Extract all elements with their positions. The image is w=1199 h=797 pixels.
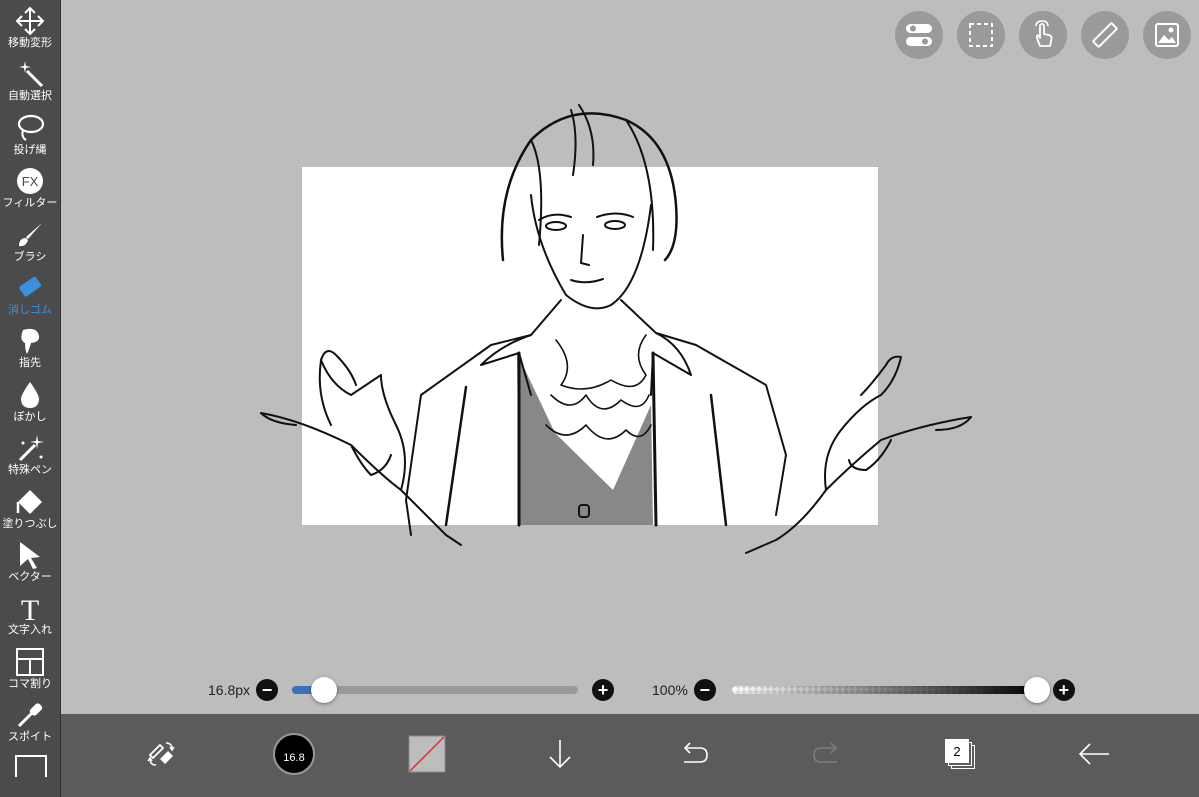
selection-rect-icon [969,23,993,47]
sidebar-tool-label: 塗りつぶし [2,517,58,530]
back-arrow-icon [1078,743,1109,765]
finger-smudge-icon [15,326,45,356]
sidebar-tool-label: スポイト [8,731,52,744]
layers-button[interactable]: 2 [938,732,982,776]
sidebar-tool-magic-wand[interactable]: 自動選択 [0,57,60,110]
sidebar-tool-brush[interactable]: ブラシ [0,218,60,271]
sidebar-tool-label: 指先 [19,357,41,370]
sketch-canvas[interactable] [201,95,1031,565]
sidebar-tool-label: ブラシ [13,250,47,263]
redo-icon [813,742,838,763]
color-swatch-icon [408,735,446,773]
redo-button[interactable] [805,732,849,776]
brush-size-plus-button[interactable]: + [592,679,615,701]
sidebar-tool-blur-drop[interactable]: ぼかし [0,378,60,431]
toggle-settings-button[interactable] [895,11,943,59]
bottom-toolbar: 16.8 2 [61,714,1199,797]
opacity-plus-button[interactable]: + [1052,679,1075,701]
opacity-minus-button[interactable]: − [693,679,716,701]
svg-text:T: T [21,594,39,623]
sidebar-tool-label: 移動変形 [8,37,52,49]
download-button[interactable] [538,732,582,776]
sidebar-tool-frame-divider[interactable]: コマ割り [0,645,60,698]
undo-icon [683,742,708,763]
move-transform-icon [15,6,45,36]
back-button[interactable] [1072,732,1116,776]
color-swatch-button[interactable] [405,732,449,776]
tool-sidebar: 移動変形自動選択投げ縄 FX フィルターブラシ消しゴム指先ぼかし特殊ペン塗りつぶしベ… [0,0,61,797]
brush-size-thumb[interactable] [310,677,337,703]
opacity-value: 100% [652,682,688,698]
opacity-thumb[interactable] [1023,677,1050,703]
sidebar-tool-finger-smudge[interactable]: 指先 [0,324,60,377]
sidebar-tool-label: 自動選択 [8,90,52,103]
layer-count: 2 [953,743,961,759]
blur-drop-icon [15,380,45,410]
lasso-icon [15,113,45,143]
sidebar-tool-label: フィルター [2,197,58,210]
undo-button[interactable] [672,732,716,776]
sidebar-tool-label: 文字入れ [8,624,52,637]
opacity-gradient [731,686,1037,694]
opacity-slider-row: 100% − + [652,676,1075,704]
sidebar-tool-vector-cursor[interactable]: ベクター [0,538,60,591]
brush-size-track[interactable] [292,677,579,703]
frame-divider-icon [15,647,45,677]
sidebar-tool-label: コマ割り [8,677,52,690]
sidebar-tool-fx-filter[interactable]: FX フィルター [0,164,60,217]
sidebar-tool-label: 消しゴム [8,304,52,316]
swap-tools-icon [147,742,175,766]
sidebar-tool-move-transform[interactable]: 移動変形 [0,4,60,57]
sidebar-tool-partial[interactable] [15,755,47,777]
swap-tools-button[interactable] [139,732,183,776]
ruler-icon [1092,22,1118,48]
magic-wand-icon [15,59,45,89]
image-material-icon [1155,23,1179,47]
sidebar-tool-lasso[interactable]: 投げ縄 [0,111,60,164]
layers-icon: 2 [943,737,977,771]
sidebar-tool-eraser[interactable]: 消しゴム [0,271,60,324]
sidebar-tool-label: ベクター [8,571,52,583]
svg-text:FX: FX [22,174,39,189]
vector-cursor-icon [15,540,45,570]
fx-filter-icon: FX [15,166,45,196]
download-arrow-icon [549,740,571,769]
brush-size-value: 16.8px [208,682,251,698]
text-icon: T [15,593,45,623]
brush-size-slider-row: 16.8px − + [208,676,615,704]
sidebar-tool-label: 特殊ペン [8,464,52,477]
toggle-settings-icon [906,24,932,46]
brush-size-minus-button[interactable]: − [256,679,279,701]
sidebar-tool-fill-bucket[interactable]: 塗りつぶし [0,485,60,538]
canvas-area[interactable]: 16.8px − + 100% − + [61,0,1199,714]
eyedropper-icon [15,700,45,730]
fill-bucket-icon [15,487,45,517]
image-material-button[interactable] [1143,11,1191,59]
sidebar-tool-text[interactable]: T 文字入れ [0,591,60,644]
sidebar-tool-eyedropper[interactable]: スポイト [0,698,60,751]
sidebar-tool-special-pen[interactable]: 特殊ペン [0,431,60,484]
brush-size-icon: 16.8 [273,733,315,775]
brush-icon [15,220,45,250]
touch-gesture-icon [1035,20,1053,47]
sidebar-tool-label: ぼかし [13,410,47,423]
selection-button[interactable] [957,11,1005,59]
brush-size-badge: 16.8 [283,752,305,764]
touch-gesture-button[interactable] [1019,11,1067,59]
ruler-button[interactable] [1081,11,1129,59]
eraser-icon [15,273,45,303]
sidebar-tool-label: 投げ縄 [13,143,47,156]
special-pen-icon [15,433,45,463]
brush-size-button[interactable]: 16.8 [272,732,316,776]
opacity-track[interactable] [731,677,1050,703]
